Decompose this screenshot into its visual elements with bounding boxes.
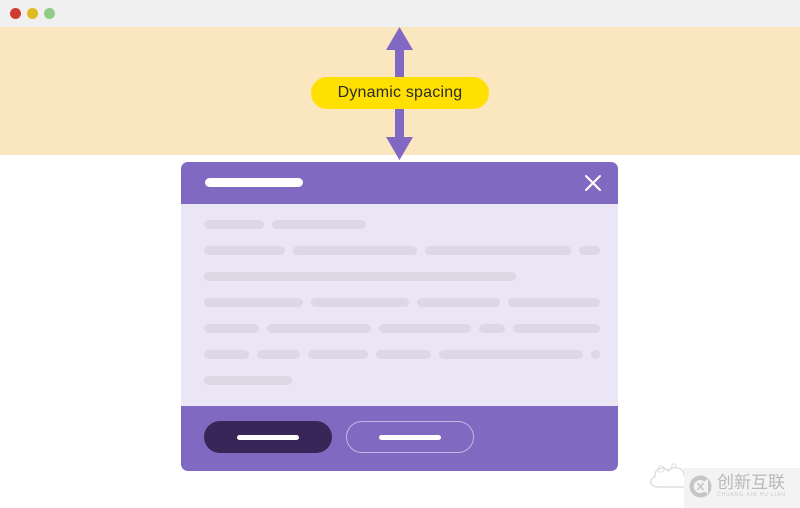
skeleton-row: [204, 376, 608, 385]
skeleton-segment: [578, 246, 600, 255]
skeleton-row: [204, 350, 608, 359]
window-titlebar: [0, 0, 800, 27]
skeleton-segment: [257, 350, 301, 359]
skeleton-segment: [590, 350, 600, 359]
modal-footer: [181, 406, 618, 471]
skeleton-row: [204, 220, 608, 229]
skeleton-segment: [478, 324, 506, 333]
skeleton-segment: [292, 246, 418, 255]
skeleton-row: [204, 298, 608, 307]
brand-mark-icon: [689, 475, 712, 498]
skeleton-segment: [204, 220, 264, 229]
brand-name-cn: 创新互联: [717, 473, 785, 493]
skeleton-row: [204, 246, 608, 255]
watermark-logo: 创新互联 CHUANG XIN HU LIAN: [684, 468, 800, 508]
skeleton-segment: [204, 246, 285, 255]
modal-dialog: [181, 162, 618, 471]
skeleton-segment: [379, 324, 471, 333]
cancel-button-label: [379, 434, 441, 440]
brand-name-en: CHUANG XIN HU LIAN: [717, 492, 786, 498]
skeleton-row: [204, 324, 608, 333]
cancel-button[interactable]: [346, 421, 474, 453]
skeleton-segment: [311, 298, 409, 307]
window-maximize-dot[interactable]: [44, 8, 55, 19]
skeleton-segment: [204, 376, 292, 385]
skeleton-segment: [204, 272, 516, 281]
skeleton-segment: [204, 298, 304, 307]
skeleton-segment: [439, 350, 583, 359]
skeleton-segment: [375, 350, 432, 359]
confirm-button[interactable]: [204, 421, 332, 453]
window-close-dot[interactable]: [10, 8, 21, 19]
window-minimize-dot[interactable]: [27, 8, 38, 19]
skeleton-segment: [416, 298, 501, 307]
modal-title-placeholder: [205, 178, 303, 187]
dynamic-spacing-label: Dynamic spacing: [311, 77, 489, 109]
watermark: 创新互联 CHUANG XIN HU LIAN: [644, 459, 800, 508]
skeleton-segment: [204, 324, 260, 333]
confirm-button-label: [237, 434, 299, 440]
close-icon[interactable]: [580, 170, 606, 196]
app-window: Dynamic spacing 创新互联 CHUANG XIN HU LIAN: [0, 0, 800, 508]
skeleton-row: [204, 272, 608, 281]
cloud-icon: [650, 463, 692, 488]
skeleton-segment: [272, 220, 366, 229]
skeleton-segment: [425, 246, 571, 255]
skeleton-segment: [308, 350, 368, 359]
close-x-glyph: [585, 175, 601, 191]
skeleton-segment: [513, 324, 600, 333]
skeleton-segment: [204, 350, 250, 359]
modal-header: [181, 162, 618, 204]
skeleton-segment: [508, 298, 600, 307]
skeleton-segment: [267, 324, 371, 333]
modal-body: [181, 204, 618, 406]
